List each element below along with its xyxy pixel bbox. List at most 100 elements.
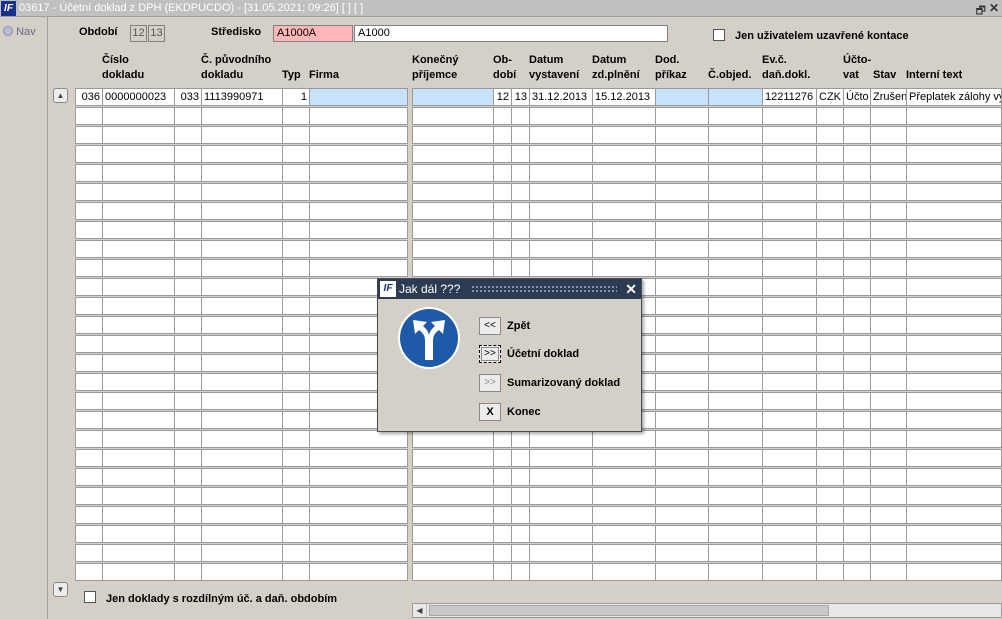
table-cell[interactable] bbox=[511, 487, 530, 505]
table-cell[interactable] bbox=[102, 468, 175, 486]
table-cell[interactable] bbox=[282, 126, 310, 144]
table-cell[interactable] bbox=[906, 316, 1002, 334]
table-cell[interactable]: 036 bbox=[75, 88, 103, 106]
table-cell[interactable] bbox=[816, 107, 844, 125]
table-cell[interactable] bbox=[592, 164, 656, 182]
table-cell[interactable] bbox=[309, 88, 408, 106]
table-cell[interactable] bbox=[412, 240, 494, 258]
table-cell[interactable] bbox=[816, 278, 844, 296]
table-cell[interactable] bbox=[655, 563, 709, 581]
table-cell[interactable] bbox=[708, 126, 763, 144]
table-cell[interactable] bbox=[511, 126, 530, 144]
table-cell[interactable] bbox=[102, 126, 175, 144]
table-cell[interactable] bbox=[870, 278, 907, 296]
table-cell[interactable] bbox=[493, 449, 512, 467]
table-cell[interactable] bbox=[201, 107, 283, 125]
table-cell[interactable]: 15.12.2013 bbox=[592, 88, 656, 106]
table-cell[interactable] bbox=[906, 126, 1002, 144]
table-cell[interactable]: 31.12.2013 bbox=[529, 88, 593, 106]
table-cell[interactable] bbox=[843, 240, 871, 258]
table-cell[interactable] bbox=[529, 506, 593, 524]
table-cell[interactable] bbox=[309, 449, 408, 467]
table-cell[interactable] bbox=[102, 240, 175, 258]
table-cell[interactable] bbox=[102, 411, 175, 429]
table-cell[interactable] bbox=[412, 449, 494, 467]
table-cell[interactable] bbox=[102, 563, 175, 581]
table-cell[interactable] bbox=[201, 354, 283, 372]
table-cell[interactable] bbox=[102, 373, 175, 391]
table-cell[interactable] bbox=[412, 259, 494, 277]
table-cell[interactable] bbox=[75, 145, 103, 163]
table-cell[interactable] bbox=[906, 411, 1002, 429]
table-cell[interactable] bbox=[493, 164, 512, 182]
diff-period-checkbox[interactable] bbox=[84, 591, 96, 603]
table-cell[interactable] bbox=[75, 259, 103, 277]
table-cell[interactable] bbox=[493, 145, 512, 163]
table-cell[interactable] bbox=[906, 392, 1002, 410]
table-cell[interactable] bbox=[412, 506, 494, 524]
table-cell[interactable] bbox=[412, 430, 494, 448]
table-cell[interactable] bbox=[412, 202, 494, 220]
table-cell[interactable] bbox=[843, 468, 871, 486]
table-cell[interactable] bbox=[309, 563, 408, 581]
table-cell[interactable] bbox=[762, 297, 817, 315]
table-cell[interactable] bbox=[282, 107, 310, 125]
table-cell[interactable] bbox=[870, 202, 907, 220]
table-cell[interactable] bbox=[75, 202, 103, 220]
table-cell[interactable] bbox=[75, 183, 103, 201]
back-button[interactable]: << bbox=[479, 317, 501, 335]
table-cell[interactable] bbox=[708, 563, 763, 581]
table-cell[interactable] bbox=[906, 278, 1002, 296]
table-cell[interactable]: 033 bbox=[174, 88, 202, 106]
table-cell[interactable] bbox=[282, 430, 310, 448]
stredisko-code-field[interactable]: A1000A bbox=[273, 25, 353, 42]
closed-by-user-checkbox[interactable] bbox=[713, 29, 725, 41]
table-cell[interactable] bbox=[906, 563, 1002, 581]
table-cell[interactable] bbox=[870, 449, 907, 467]
table-cell[interactable] bbox=[870, 221, 907, 239]
table-cell[interactable] bbox=[816, 316, 844, 334]
table-cell[interactable] bbox=[174, 259, 202, 277]
table-cell[interactable] bbox=[174, 335, 202, 353]
table-cell[interactable] bbox=[655, 316, 709, 334]
table-cell[interactable] bbox=[102, 297, 175, 315]
table-cell[interactable] bbox=[843, 392, 871, 410]
table-cell[interactable] bbox=[870, 354, 907, 372]
table-cell[interactable] bbox=[201, 468, 283, 486]
table-cell[interactable] bbox=[75, 563, 103, 581]
table-cell[interactable] bbox=[870, 544, 907, 562]
table-cell[interactable] bbox=[309, 240, 408, 258]
table-cell[interactable] bbox=[75, 506, 103, 524]
nav-toggle[interactable]: Nav bbox=[0, 26, 46, 44]
table-cell[interactable] bbox=[906, 354, 1002, 372]
table-cell[interactable] bbox=[762, 506, 817, 524]
table-cell[interactable] bbox=[412, 221, 494, 239]
table-cell[interactable]: 12211276 bbox=[762, 88, 817, 106]
table-cell[interactable] bbox=[870, 240, 907, 258]
table-cell[interactable] bbox=[511, 240, 530, 258]
table-cell[interactable] bbox=[843, 373, 871, 391]
table-cell[interactable] bbox=[529, 221, 593, 239]
table-cell[interactable] bbox=[511, 430, 530, 448]
table-cell[interactable] bbox=[870, 259, 907, 277]
table-cell[interactable] bbox=[906, 430, 1002, 448]
table-cell[interactable] bbox=[843, 506, 871, 524]
table-cell[interactable] bbox=[102, 354, 175, 372]
table-cell[interactable] bbox=[493, 544, 512, 562]
table-cell[interactable] bbox=[655, 468, 709, 486]
table-cell[interactable] bbox=[201, 297, 283, 315]
table-cell[interactable] bbox=[655, 525, 709, 543]
table-cell[interactable] bbox=[843, 525, 871, 543]
table-cell[interactable] bbox=[529, 563, 593, 581]
table-cell[interactable] bbox=[708, 202, 763, 220]
table-cell[interactable] bbox=[762, 525, 817, 543]
table-cell[interactable] bbox=[75, 449, 103, 467]
table-cell[interactable] bbox=[102, 449, 175, 467]
table-cell[interactable] bbox=[870, 183, 907, 201]
table-cell[interactable] bbox=[174, 392, 202, 410]
table-cell[interactable] bbox=[493, 468, 512, 486]
table-cell[interactable] bbox=[412, 126, 494, 144]
table-cell[interactable] bbox=[102, 221, 175, 239]
table-cell[interactable] bbox=[282, 449, 310, 467]
table-cell[interactable] bbox=[816, 544, 844, 562]
